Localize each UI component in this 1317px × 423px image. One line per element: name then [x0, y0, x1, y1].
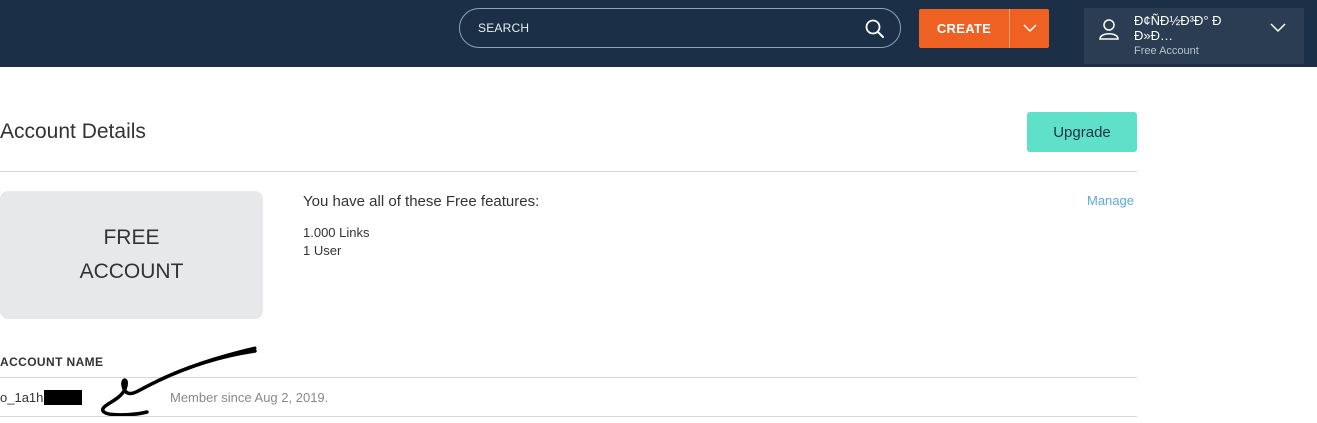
feature-item: 1.000 Links — [303, 225, 370, 240]
account-name: Ð¢ÑÐ½Ð³Ð° ÐÐ»Ð… — [1134, 13, 1222, 43]
divider — [0, 416, 1137, 417]
plan-card: FREE ACCOUNT — [0, 191, 263, 319]
arrow-annotation-icon — [101, 346, 257, 417]
search-input[interactable] — [478, 21, 838, 35]
feature-item: 1 User — [303, 243, 342, 258]
account-id: o_1a1h — [0, 390, 44, 405]
divider — [0, 171, 1137, 172]
page-title: Account Details — [0, 120, 146, 143]
user-icon — [1099, 19, 1119, 40]
create-button[interactable]: CREATE — [919, 9, 1009, 48]
upgrade-button[interactable]: Upgrade — [1027, 112, 1137, 152]
plan-card-line1: FREE — [103, 226, 160, 249]
redaction-block — [44, 390, 82, 405]
plan-card-line2: ACCOUNT — [79, 260, 184, 283]
chevron-down-icon[interactable] — [1270, 22, 1286, 34]
account-menu[interactable]: Ð¢ÑÐ½Ð³Ð° ÐÐ»Ð… Free Account — [1084, 8, 1304, 64]
chevron-down-icon — [1022, 24, 1037, 33]
create-dropdown-button[interactable] — [1010, 9, 1049, 48]
search-box[interactable] — [459, 8, 901, 48]
features-title: You have all of these Free features: — [303, 193, 540, 210]
top-nav-bar: CREATE Ð¢ÑÐ½Ð³Ð° ÐÐ»Ð… Free Account — [0, 0, 1317, 67]
account-name-label: ACCOUNT NAME — [0, 355, 104, 369]
create-button-group: CREATE — [919, 9, 1049, 48]
search-icon[interactable] — [864, 18, 886, 40]
manage-link[interactable]: Manage — [1087, 193, 1134, 208]
account-type: Free Account — [1134, 45, 1199, 57]
